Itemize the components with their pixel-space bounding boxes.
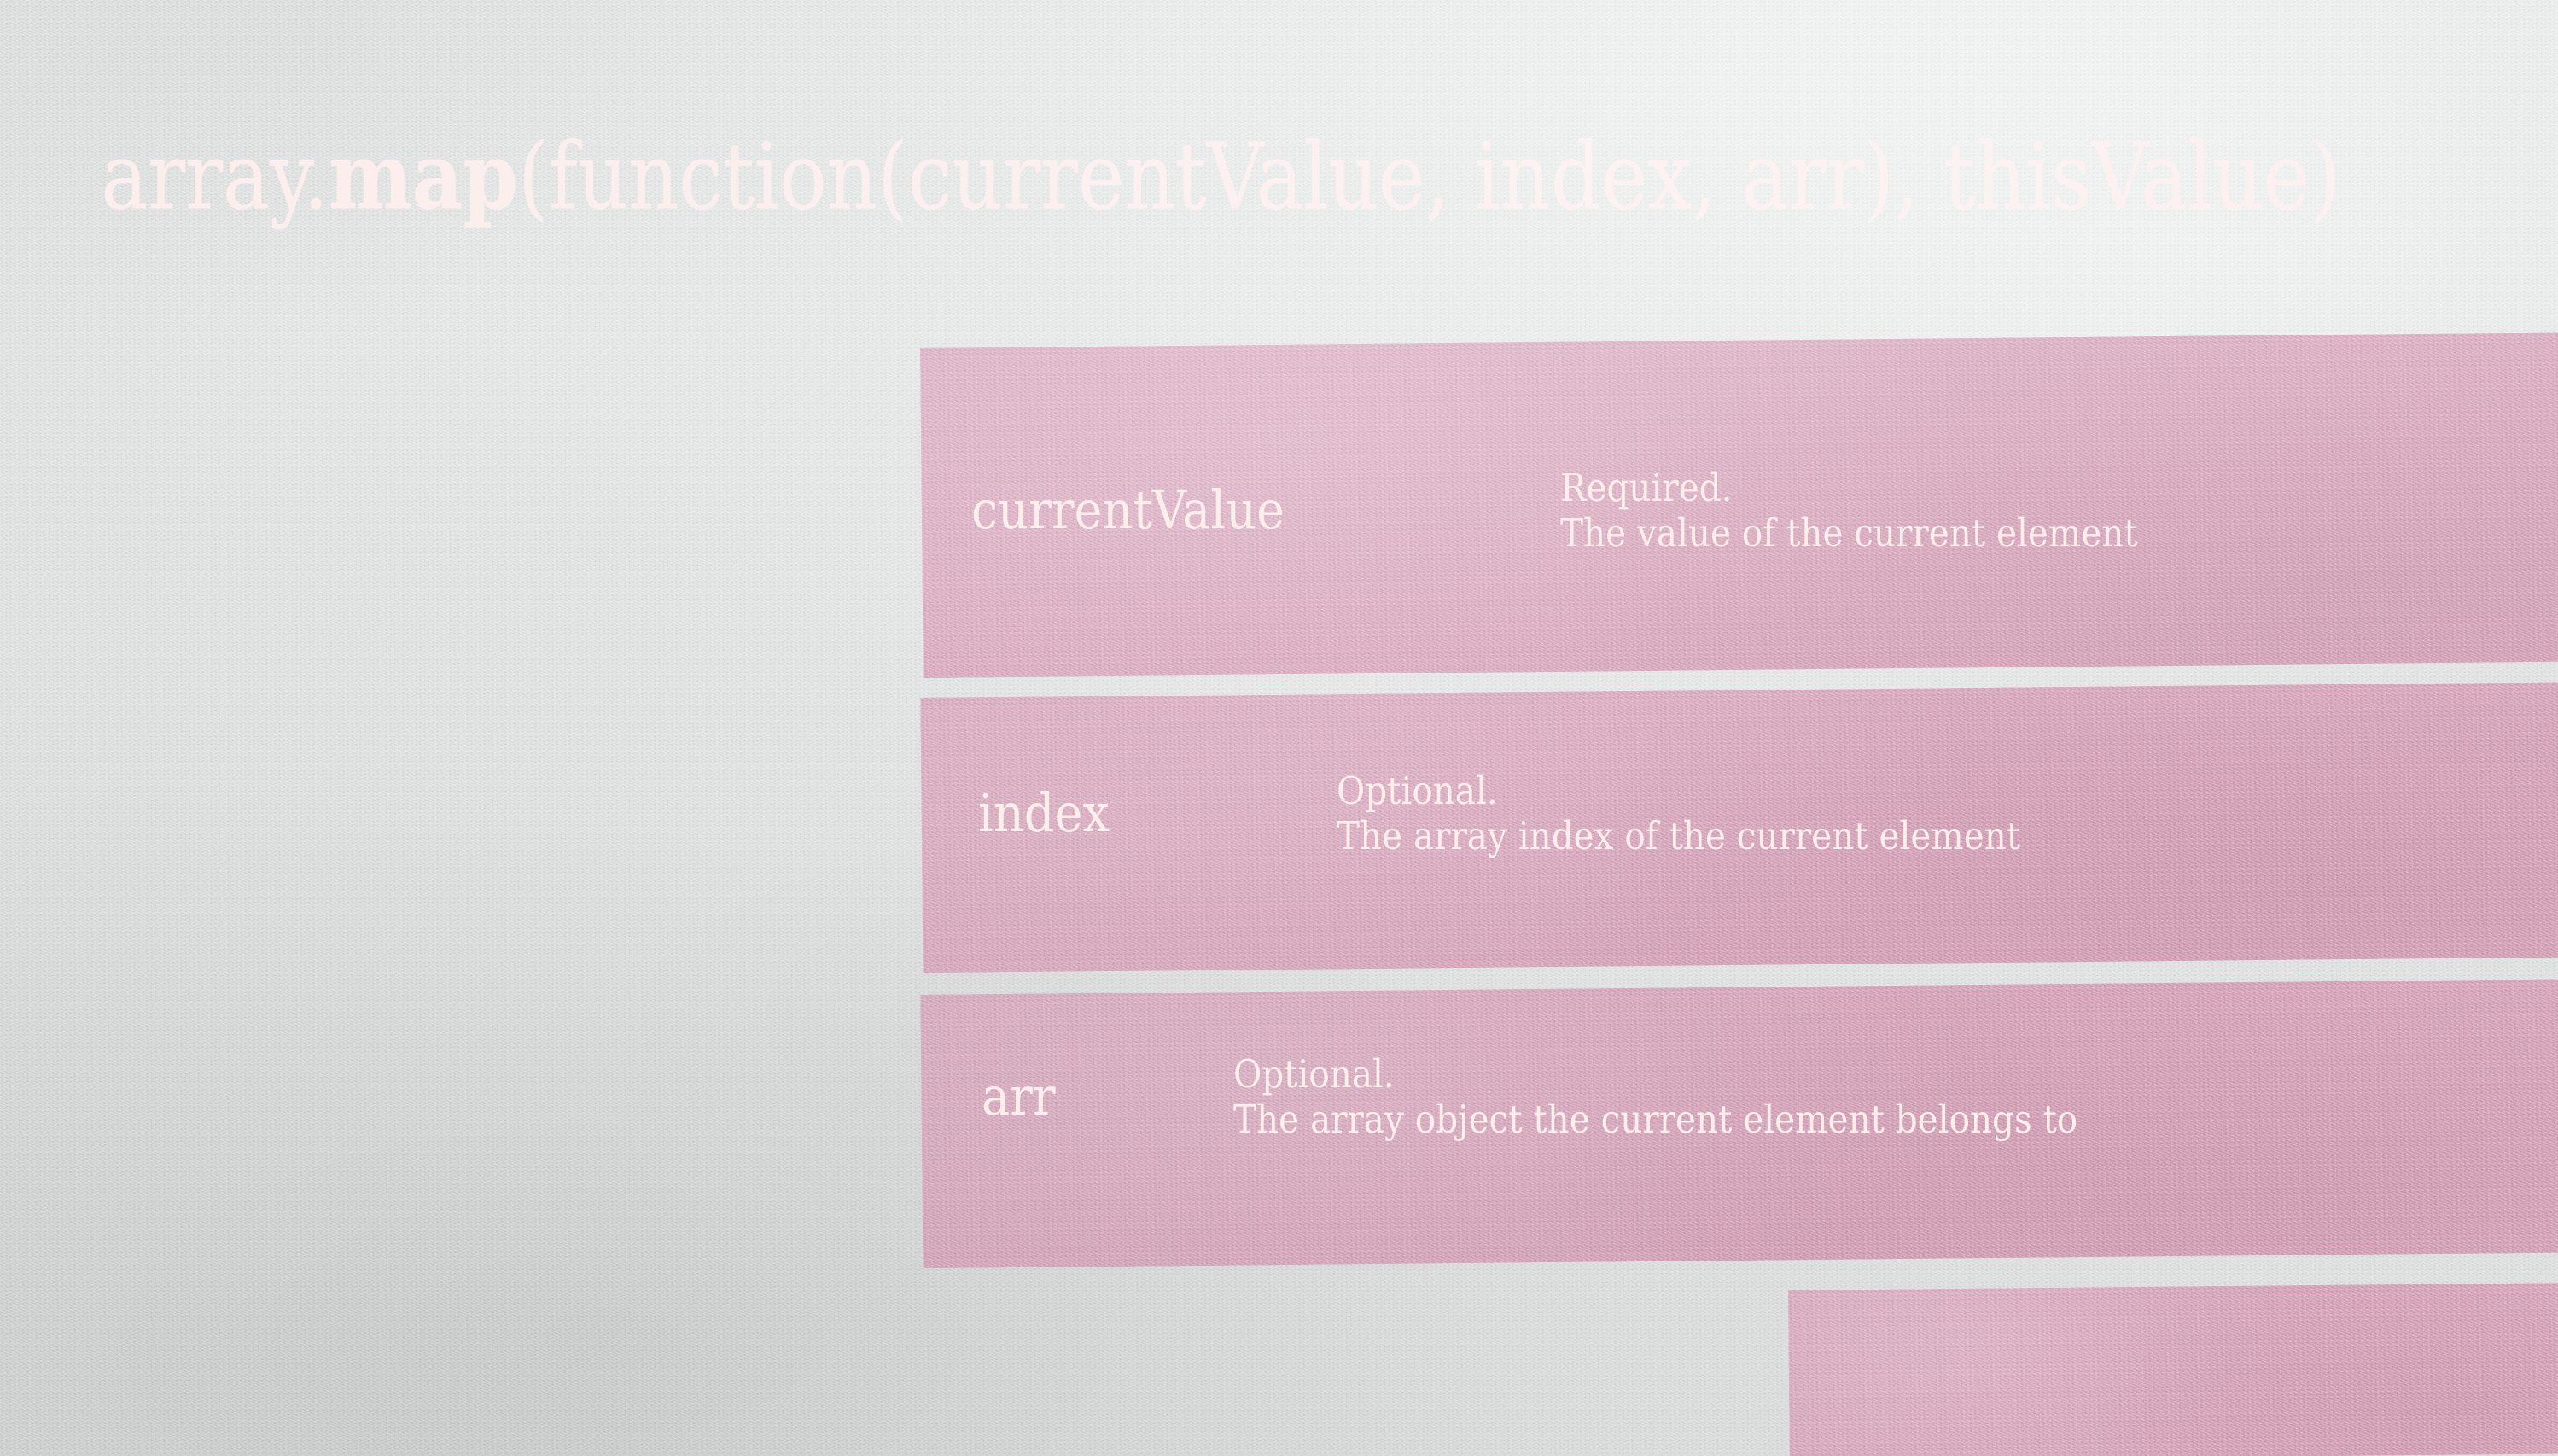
parameter-requirement-index: Optional. — [1337, 768, 1498, 813]
parameter-row-3: arr Optional. The array object the curre… — [982, 1051, 2171, 1142]
parameter-description-currentvalue: Required. The value of the current eleme… — [1560, 465, 2138, 556]
title-method: map — [328, 123, 519, 230]
parameter-name-currentvalue: currentValue — [971, 479, 1285, 542]
parameter-row-band-4-partial — [1788, 1282, 2558, 1456]
parameter-description-index: Optional. The array index of the current… — [1337, 768, 2020, 859]
parameter-description-arr: Optional. The array object the current e… — [1233, 1051, 2077, 1142]
parameter-name-index: index — [978, 782, 1110, 845]
parameter-detail-currentvalue: The value of the current element — [1560, 510, 2138, 556]
band-speckle-overlay — [1788, 1282, 2558, 1456]
parameter-row-2: index Optional. The array index of the c… — [978, 768, 2096, 859]
parameter-requirement-arr: Optional. — [1233, 1051, 1395, 1097]
parameter-detail-arr: The array object the current element bel… — [1233, 1097, 2078, 1143]
slide-canvas: array.map(function(currentValue, index, … — [0, 0, 2558, 1456]
title-prefix: array. — [101, 124, 329, 230]
parameter-detail-index: The array index of the current element — [1337, 813, 2021, 859]
parameter-requirement-currentvalue: Required. — [1560, 465, 1733, 510]
title-suffix: (function(currentValue, index, arr), thi… — [517, 124, 2341, 230]
band-texture-overlay — [1788, 1282, 2558, 1456]
parameter-name-arr: arr — [982, 1065, 1056, 1128]
parameter-row-1: currentValue Required. The value of the … — [971, 465, 2202, 556]
page-title: array.map(function(currentValue, index, … — [101, 128, 2340, 226]
